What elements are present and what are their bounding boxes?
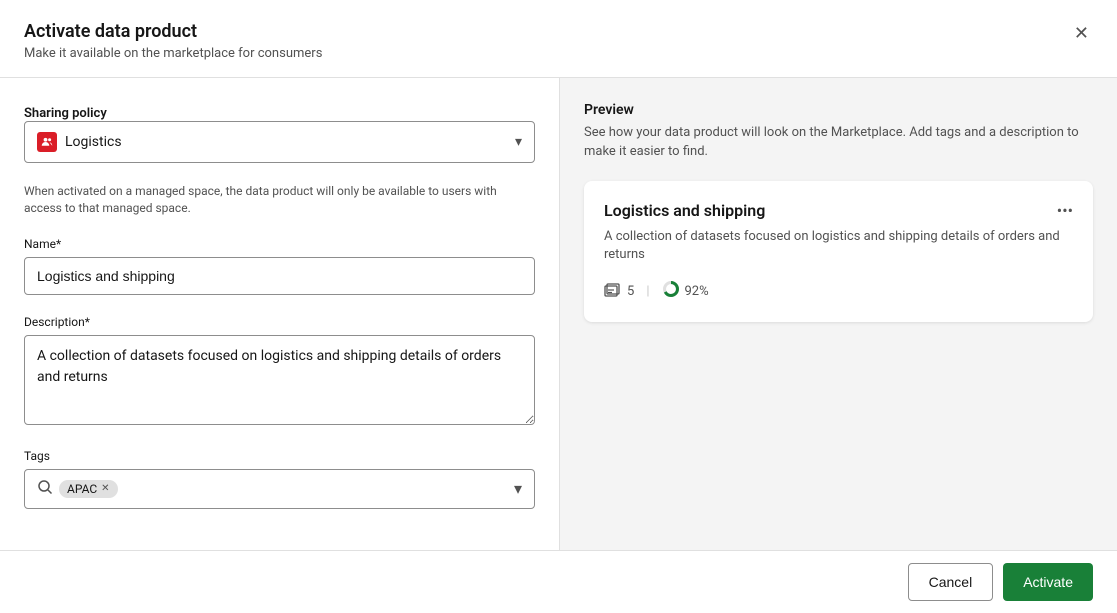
dataset-icon <box>604 283 622 299</box>
sharing-policy-group: Sharing policy Logistics ▾ <box>24 102 535 163</box>
description-label: Description* <box>24 315 535 329</box>
sharing-policy-helper: When activated on a managed space, the d… <box>24 183 535 217</box>
dataset-count-item: 5 <box>604 283 634 299</box>
tag-apac: APAC ✕ <box>59 480 118 498</box>
modal-footer: Cancel Activate <box>0 550 1117 613</box>
tags-input[interactable]: APAC ✕ ▾ <box>24 469 535 509</box>
name-field-group: Name* <box>24 237 535 295</box>
name-label: Name* <box>24 237 535 251</box>
right-panel: Preview See how your data product will l… <box>560 78 1117 550</box>
quality-percent-value: 92% <box>685 284 709 299</box>
more-options-icon[interactable]: ••• <box>1057 201 1073 220</box>
tags-label: Tags <box>24 449 535 463</box>
description-textarea[interactable]: A collection of datasets focused on logi… <box>24 335 535 425</box>
modal-body: Sharing policy Logistics ▾ When activate <box>0 78 1117 550</box>
preview-card-meta: 5 | 92% <box>604 280 1073 302</box>
cancel-button[interactable]: Cancel <box>908 563 994 601</box>
preview-card-description: A collection of datasets focused on logi… <box>604 228 1073 264</box>
sharing-policy-icon <box>37 132 57 152</box>
tag-label: APAC <box>67 482 97 496</box>
preview-card-header: Logistics and shipping ••• <box>604 201 1073 220</box>
tags-field-group: Tags APAC ✕ ▾ <box>24 449 535 509</box>
preview-card: Logistics and shipping ••• A collection … <box>584 181 1093 322</box>
close-button[interactable]: ✕ <box>1070 20 1093 46</box>
tags-chevron-icon: ▾ <box>514 479 522 498</box>
name-input[interactable] <box>24 257 535 295</box>
search-icon <box>37 479 53 499</box>
tag-remove-button[interactable]: ✕ <box>101 483 109 494</box>
sharing-policy-label: Sharing policy <box>24 106 107 121</box>
dataset-count-value: 5 <box>627 284 634 299</box>
left-panel: Sharing policy Logistics ▾ When activate <box>0 78 560 550</box>
sharing-policy-select[interactable]: Logistics ▾ <box>24 121 535 163</box>
chevron-down-icon: ▾ <box>515 134 522 150</box>
meta-separator: | <box>646 284 649 299</box>
preview-description: See how your data product will look on t… <box>584 124 1093 160</box>
quality-item: 92% <box>662 280 709 302</box>
quality-donut-icon <box>662 280 680 302</box>
activate-data-product-modal: Activate data product Make it available … <box>0 0 1117 613</box>
description-field-group: Description* A collection of datasets fo… <box>24 315 535 429</box>
sharing-policy-value: Logistics <box>65 134 122 150</box>
preview-title: Preview <box>584 102 1093 118</box>
activate-button[interactable]: Activate <box>1003 563 1093 601</box>
modal-header: Activate data product Make it available … <box>0 0 1117 78</box>
modal-header-text: Activate data product Make it available … <box>24 20 322 61</box>
modal-subtitle: Make it available on the marketplace for… <box>24 46 322 61</box>
modal-title: Activate data product <box>24 20 322 43</box>
preview-card-title: Logistics and shipping <box>604 201 765 220</box>
